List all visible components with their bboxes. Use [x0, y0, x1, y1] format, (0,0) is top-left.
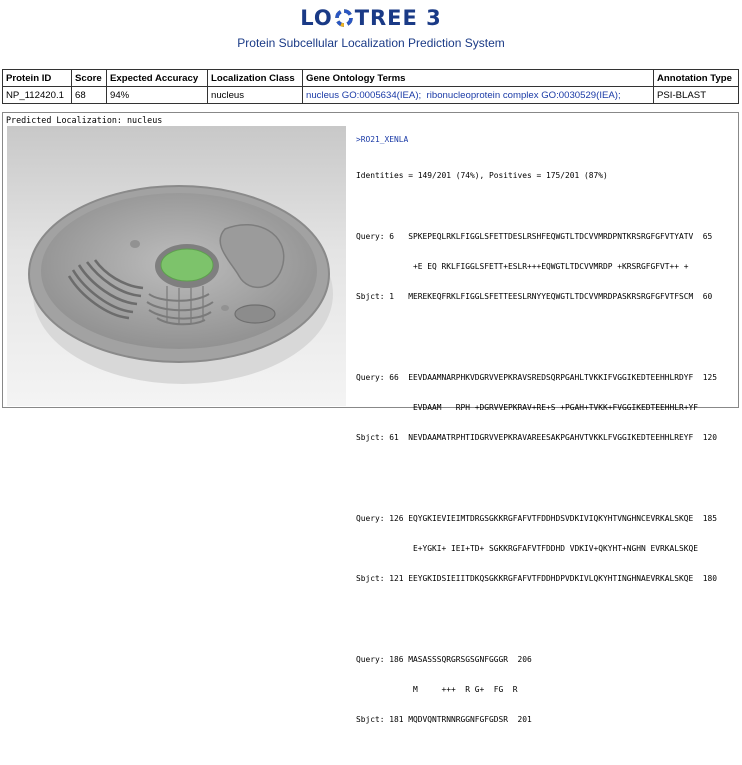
alignment-subject-line: Sbjct: 181 MQDVQNTRNNRGGNFGFGDSR 201 — [356, 715, 532, 724]
table-row: NP_112420.1 68 94% nucleus nucleus GO:00… — [2, 86, 739, 104]
alignment-identities: Identities = 149/201 (74%), Positives = … — [356, 171, 608, 180]
table-header-row: Protein ID Score Expected Accuracy Local… — [2, 69, 739, 87]
nucleus-highlight — [160, 248, 214, 282]
cell-illustration — [28, 185, 333, 384]
alignment-match-line: EVDAAM RPH +DGRVVEPKRAV+RE+S +PGAH+TVKK+… — [356, 403, 699, 412]
page-subtitle: Protein Subcellular Localization Predict… — [237, 36, 505, 50]
logo-text-left: LO — [300, 6, 333, 30]
alignment-subject-line: Sbjct: 61 NEVDAAMATRPHTIDGRVVEPKRAVAREES… — [356, 433, 718, 442]
alignment-match-line: +E EQ RKLFIGGLSFETT+ESLR+++EQWGTLTDCVVMR… — [356, 262, 689, 271]
alignment-query-line: Query: 66 EEVDAAMNARPHKVDGRVVEPKRAVSREDS… — [356, 373, 718, 382]
results-table: Protein ID Score Expected Accuracy Local… — [2, 69, 739, 104]
alignment-block: Query: 66 EEVDAAMNARPHKVDGRVVEPKRAVSREDS… — [356, 353, 734, 463]
alignment-query-line: Query: 6 SPKEPEQLRKLFIGGLSFETTDESLRSHFEQ… — [356, 232, 713, 241]
alignment-block: Query: 126 EQYGKIEVIEIMTDRGSGKKRGFAFVTFD… — [356, 494, 734, 604]
predicted-localization-label: Predicted Localization: nucleus — [6, 115, 163, 125]
col-header-score: Score — [71, 69, 107, 87]
mitochondrion — [234, 304, 276, 324]
col-header-localization-class: Localization Class — [207, 69, 303, 87]
alignment-subject-line: Sbjct: 121 EEYGKIDSIEIITDKQSGKKRGFAFVTFD… — [356, 574, 718, 583]
alignment-block: Query: 6 SPKEPEQLRKLFIGGLSFETTDESLRSHFEQ… — [356, 212, 734, 322]
cell-model-viewer[interactable] — [7, 126, 346, 406]
cell-annotation-type: PSI-BLAST — [653, 86, 739, 104]
alignment-query-line: Query: 186 MASASSSQRGRSGSGNFGGGR 206 — [356, 655, 532, 664]
col-header-go-terms: Gene Ontology Terms — [302, 69, 654, 87]
logo-ring-icon — [334, 9, 353, 27]
alignment-match-line: E+YGKI+ IEI+TD+ SGKKRGFAFVTFDDHD VDKIV+Q… — [356, 544, 699, 553]
vesicle — [221, 305, 229, 311]
alignment-query-line: Query: 126 EQYGKIEVIEIMTDRGSGKKRGFAFVTFD… — [356, 514, 718, 523]
cell-protein-id: NP_112420.1 — [2, 86, 72, 104]
alignment-panel: >RO21_XENLA Identities = 149/201 (74%), … — [356, 115, 734, 765]
alignment-subject-line: Sbjct: 1 MEREKEQFRKLFIGGLSFETTEESLRNYYEQ… — [356, 292, 713, 301]
col-header-protein-id: Protein ID — [2, 69, 72, 87]
cell-localization-class: nucleus — [207, 86, 303, 104]
alignment-match-line: M +++ R G+ FG R — [356, 685, 518, 694]
col-header-annotation-type: Annotation Type — [653, 69, 739, 87]
alignment-block: Query: 186 MASASSSQRGRSGSGNFGGGR 206 M +… — [356, 635, 734, 745]
vesicle — [130, 240, 140, 248]
go-term-link-nucleus[interactable]: nucleus GO:0005634(IEA); — [306, 90, 421, 101]
alignment-subject-link[interactable]: >RO21_XENLA — [356, 135, 734, 145]
col-header-expected-accuracy: Expected Accuracy — [106, 69, 208, 87]
app-logo: LO TREE 3 — [0, 4, 742, 32]
go-term-link-ribonucleoprotein[interactable]: ribonucleoprotein complex GO:0030529(IEA… — [427, 90, 621, 101]
cell-expected-accuracy: 94% — [106, 86, 208, 104]
logo-text-right: TREE 3 — [354, 6, 442, 30]
cell-go-terms: nucleus GO:0005634(IEA); ribonucleoprote… — [302, 86, 654, 104]
cell-score: 68 — [71, 86, 107, 104]
visualization-panel: Predicted Localization: nucleus >RO21_XE… — [2, 112, 739, 724]
